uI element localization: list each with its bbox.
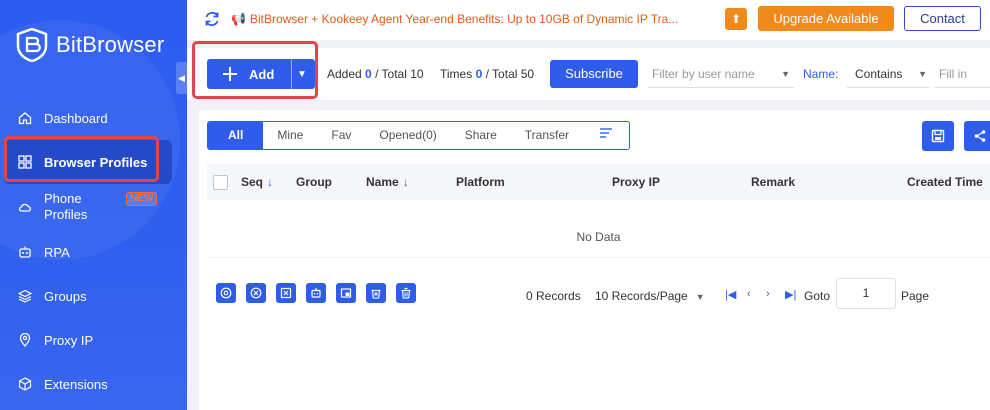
column-proxy-ip: Proxy IP xyxy=(612,175,661,189)
added-count: 0 xyxy=(365,67,372,81)
new-badge: NEW xyxy=(126,192,158,206)
sidebar-item-rpa[interactable]: RPA xyxy=(0,230,187,274)
app-name: BitBrowser xyxy=(56,32,165,57)
select-all-checkbox[interactable] xyxy=(213,175,228,190)
refresh-icon[interactable] xyxy=(203,10,221,28)
tab-fav[interactable]: Fav xyxy=(317,122,365,149)
page-label: Page xyxy=(901,289,930,303)
robot-icon xyxy=(18,245,32,259)
rpa-robot-icon[interactable] xyxy=(306,283,326,303)
last-page-icon[interactable]: ▶| xyxy=(785,288,796,301)
cloud-phone-icon xyxy=(18,200,32,214)
first-page-icon[interactable]: |◀ xyxy=(725,288,736,301)
sidebar-item-label: Phone Profiles xyxy=(44,191,87,223)
sort-down-icon[interactable]: ↓ xyxy=(267,175,273,189)
bitbrowser-logo-icon xyxy=(16,28,48,62)
times-label: Times xyxy=(440,67,473,81)
highlight-box-add xyxy=(192,41,318,99)
times-total: / Total 50 xyxy=(485,67,535,81)
sidebar-item-label-line1: Phone xyxy=(44,191,82,206)
announcement-text: BitBrowser + Kookeey Agent Year-end Bene… xyxy=(249,12,679,26)
chevron-down-icon: ▼ xyxy=(695,292,705,302)
times-count: 0 xyxy=(475,67,483,81)
window-arrange-icon[interactable] xyxy=(336,283,356,303)
upgrade-button[interactable]: Upgrade Available xyxy=(758,6,894,31)
sidebar-collapse-button[interactable]: ◀ xyxy=(176,62,187,94)
tab-opened[interactable]: Opened(0) xyxy=(365,122,450,149)
page-size-value: 10 Records/Page xyxy=(595,289,688,303)
share-button[interactable] xyxy=(964,121,990,151)
sort-down-icon[interactable]: ↓ xyxy=(403,175,409,189)
clear-cache-icon[interactable] xyxy=(366,283,386,303)
match-mode-value: Contains xyxy=(855,67,903,81)
times-stat: Times 0 / Total 50 xyxy=(440,67,534,81)
announcement-banner[interactable]: 📢 BitBrowser + Kookeey Agent Year-end Ben… xyxy=(231,12,678,26)
sidebar-item-label-line2: Profiles xyxy=(44,207,88,222)
column-group: Group xyxy=(296,175,332,189)
goto-page-input[interactable]: 1 xyxy=(836,278,896,309)
tab-share[interactable]: Share xyxy=(451,122,511,149)
chevron-down-icon: ▼ xyxy=(781,69,790,79)
column-name[interactable]: Name ↓ xyxy=(366,164,409,200)
prev-page-icon[interactable]: ‹ xyxy=(747,288,751,300)
added-label: Added xyxy=(327,67,362,81)
location-pin-icon xyxy=(18,333,32,347)
cube-icon xyxy=(18,377,32,391)
name-filter-input[interactable]: Fill in xyxy=(935,60,990,88)
column-remark: Remark xyxy=(751,175,796,189)
filter-user-placeholder: Filter by user name xyxy=(652,67,755,81)
save-layout-button[interactable] xyxy=(922,121,954,151)
column-label: Name xyxy=(366,175,399,189)
column-platform: Platform xyxy=(456,175,505,189)
close-window-icon[interactable] xyxy=(276,283,296,303)
save-icon xyxy=(931,129,945,143)
page-size-select[interactable]: 10 Records/Page ▼ xyxy=(595,289,705,303)
tab-transfer[interactable]: Transfer xyxy=(511,122,583,149)
goto-label: Goto xyxy=(804,289,831,303)
upgrade-arrow-icon[interactable]: ⬆ xyxy=(725,8,747,30)
column-seq[interactable]: Seq ↓ xyxy=(241,164,273,200)
share-icon xyxy=(974,130,986,142)
name-filter-label: Name: xyxy=(803,67,839,81)
close-browser-icon[interactable] xyxy=(246,283,266,303)
sidebar-item-groups[interactable]: Groups xyxy=(0,274,187,318)
profile-filter-tabs: All Mine Fav Opened(0) Share Transfer xyxy=(207,121,631,150)
match-mode-select[interactable]: Contains ▼ xyxy=(847,60,929,88)
open-browser-icon[interactable] xyxy=(216,283,236,303)
sort-menu-icon[interactable] xyxy=(583,122,629,149)
highlight-box-browser-profiles xyxy=(4,136,159,182)
sidebar-item-phone-profiles[interactable]: Phone Profiles NEW xyxy=(0,184,187,230)
sidebar-item-proxy-ip[interactable]: Proxy IP xyxy=(0,318,187,362)
contact-button[interactable]: Contact xyxy=(904,6,981,31)
table-header: Seq ↓ Group Name ↓ Platform Proxy IP Remar… xyxy=(207,164,990,200)
layers-icon xyxy=(18,289,32,303)
app-logo: BitBrowser xyxy=(16,28,164,62)
sidebar-item-label: RPA xyxy=(44,244,70,260)
sidebar-item-label: Extensions xyxy=(44,376,108,392)
added-total: / Total 10 xyxy=(375,67,424,81)
sidebar-item-label: Proxy IP xyxy=(44,332,94,348)
sidebar-item-dashboard[interactable]: Dashboard xyxy=(0,96,187,140)
next-page-icon[interactable]: › xyxy=(766,288,770,300)
added-stat: Added 0 / Total 10 xyxy=(327,67,424,81)
sidebar-item-extensions[interactable]: Extensions xyxy=(0,362,187,406)
trash-icon[interactable] xyxy=(396,283,416,303)
top-banner: 📢 BitBrowser + Kookeey Agent Year-end Ben… xyxy=(187,0,990,40)
filter-user-select[interactable]: Filter by user name ▼ xyxy=(648,60,794,88)
sidebar-item-label: Groups xyxy=(44,288,87,304)
batch-actions xyxy=(216,283,426,303)
home-icon xyxy=(18,111,32,125)
record-count: 0 Records xyxy=(526,289,581,303)
subscribe-button[interactable]: Subscribe xyxy=(550,60,638,88)
tab-all[interactable]: All xyxy=(208,122,264,149)
chevron-down-icon: ▼ xyxy=(918,69,927,79)
column-label: Seq xyxy=(241,175,264,189)
tab-mine[interactable]: Mine xyxy=(263,122,317,149)
profiles-panel: All Mine Fav Opened(0) Share Transfer Se… xyxy=(199,110,990,410)
sidebar: BitBrowser ◀ Dashboard Browser Profiles … xyxy=(0,0,187,410)
megaphone-icon: 📢 xyxy=(231,12,246,26)
empty-table-message: No Data xyxy=(207,216,990,258)
sidebar-item-label: Dashboard xyxy=(44,110,108,126)
column-created-time: Created Time xyxy=(907,175,983,189)
